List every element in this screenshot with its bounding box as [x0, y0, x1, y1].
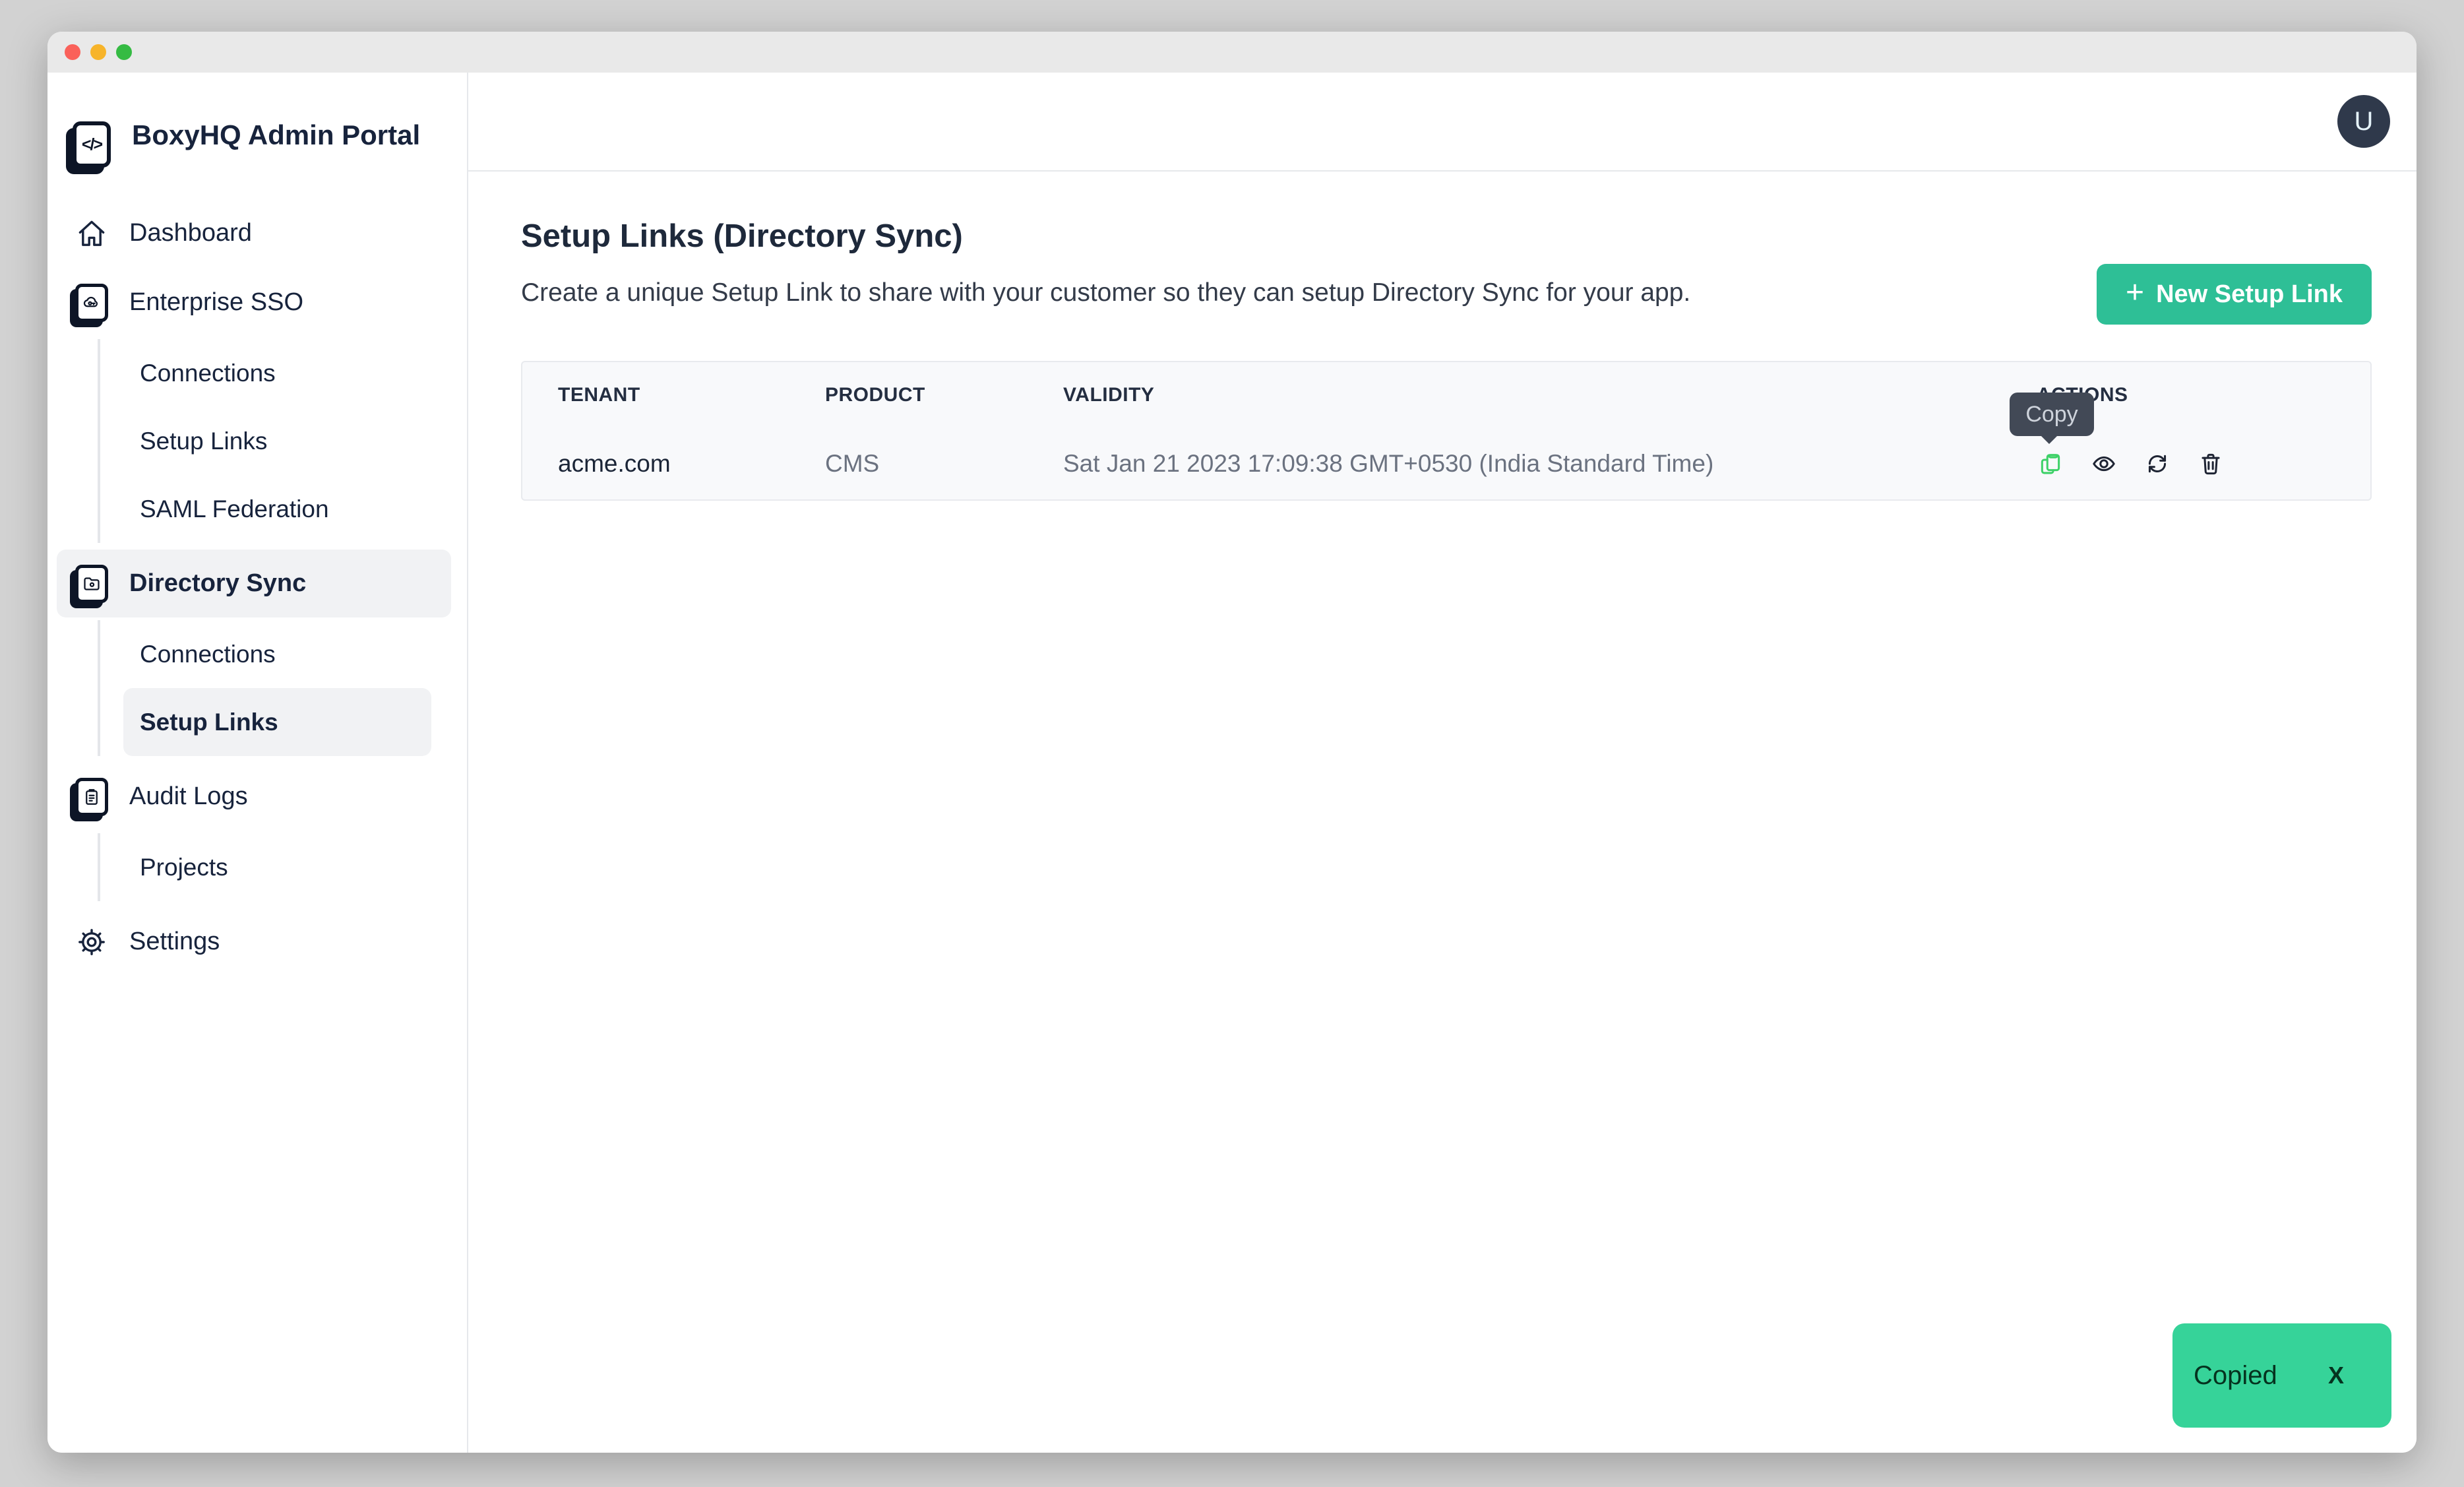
user-avatar[interactable]: U [2337, 95, 2390, 148]
sidebar-item-label: Enterprise SSO [129, 288, 303, 317]
sidebar-subitem-ds-setup-links[interactable]: Setup Links [123, 688, 431, 756]
setup-links-table: TENANT PRODUCT VALIDITY ACTIONS acme.com… [521, 361, 2372, 501]
sidebar-subitem-sso-connections[interactable]: Connections [123, 339, 431, 407]
window-titlebar [47, 32, 2417, 73]
brand: </> BoxyHQ Admin Portal [47, 73, 467, 168]
sidebar-item-directory-sync[interactable]: Directory Sync [57, 550, 451, 617]
home-icon [73, 218, 111, 249]
sidebar-subitem-ds-connections[interactable]: Connections [123, 620, 431, 688]
sidebar-item-audit-logs[interactable]: Audit Logs [57, 763, 451, 831]
column-header-product: PRODUCT [786, 384, 1033, 406]
regenerate-link-button[interactable] [2145, 451, 2170, 476]
folder-sync-icon [73, 565, 111, 603]
sidebar-item-label: Audit Logs [129, 782, 248, 811]
gear-icon [73, 926, 111, 958]
sidebar-subitem-sso-setup-links[interactable]: Setup Links [123, 407, 431, 475]
refresh-icon [2145, 451, 2170, 476]
column-header-tenant: TENANT [522, 384, 786, 406]
page-description: Create a unique Setup Link to share with… [521, 276, 1906, 310]
tooltip: Copy [2010, 393, 2094, 436]
screenshot-stage: </> BoxyHQ Admin Portal Dashboard [0, 0, 2464, 1487]
new-setup-link-label: New Setup Link [2156, 280, 2343, 309]
plus-icon: + [2126, 277, 2144, 309]
column-header-validity: VALIDITY [1033, 384, 2005, 406]
toast-close-button[interactable]: X [2328, 1362, 2344, 1389]
window-body: </> BoxyHQ Admin Portal Dashboard [47, 73, 2417, 1453]
close-window-button[interactable] [65, 44, 80, 60]
sidebar-item-dashboard[interactable]: Dashboard [57, 199, 451, 267]
delete-link-button[interactable] [2198, 451, 2223, 476]
sidebar-item-enterprise-sso[interactable]: Enterprise SSO [57, 269, 451, 336]
sidebar-item-settings[interactable]: Settings [57, 908, 451, 976]
directory-sync-submenu: Connections Setup Links [98, 620, 451, 756]
new-setup-link-button[interactable]: + New Setup Link [2097, 264, 2372, 325]
page-content: Setup Links (Directory Sync) Create a un… [468, 172, 2417, 1453]
cell-product: CMS [786, 450, 1033, 478]
sso-submenu: Connections Setup Links SAML Federation [98, 339, 451, 543]
brand-title: BoxyHQ Admin Portal [132, 112, 420, 158]
sidebar-nav: Dashboard Enterprise SSO [47, 199, 467, 977]
row-actions [2005, 451, 2370, 476]
view-link-button[interactable] [2091, 451, 2116, 476]
copy-icon [2038, 451, 2063, 476]
tooltip-label: Copy [2025, 402, 2078, 427]
maximize-window-button[interactable] [116, 44, 132, 60]
table-row: acme.com CMS Sat Jan 21 2023 17:09:38 GM… [522, 428, 2370, 499]
sso-cloud-key-icon [73, 284, 111, 322]
sidebar-subitem-saml-federation[interactable]: SAML Federation [123, 475, 431, 543]
toast: Copied X [2172, 1323, 2391, 1428]
top-header-bar: U [468, 73, 2417, 172]
app-window: </> BoxyHQ Admin Portal Dashboard [47, 32, 2417, 1453]
copy-link-button[interactable] [2038, 451, 2063, 476]
minimize-window-button[interactable] [90, 44, 106, 60]
audit-logs-submenu: Projects [98, 833, 451, 901]
sidebar-subitem-projects[interactable]: Projects [123, 833, 431, 901]
page-title: Setup Links (Directory Sync) [521, 218, 2372, 255]
main-area: U Setup Links (Directory Sync) Create a … [468, 73, 2417, 1453]
cell-validity: Sat Jan 21 2023 17:09:38 GMT+0530 (India… [1033, 450, 2005, 478]
cell-tenant: acme.com [522, 450, 786, 478]
toast-message: Copied [2194, 1361, 2277, 1391]
sidebar-item-label: Settings [129, 928, 220, 956]
clipboard-icon [73, 778, 111, 816]
sidebar-item-label: Dashboard [129, 219, 252, 247]
sidebar: </> BoxyHQ Admin Portal Dashboard [47, 73, 468, 1453]
boxyhq-logo-icon: </> [73, 121, 111, 168]
eye-icon [2091, 451, 2116, 476]
sidebar-item-label: Directory Sync [129, 569, 306, 598]
trash-icon [2198, 451, 2223, 476]
